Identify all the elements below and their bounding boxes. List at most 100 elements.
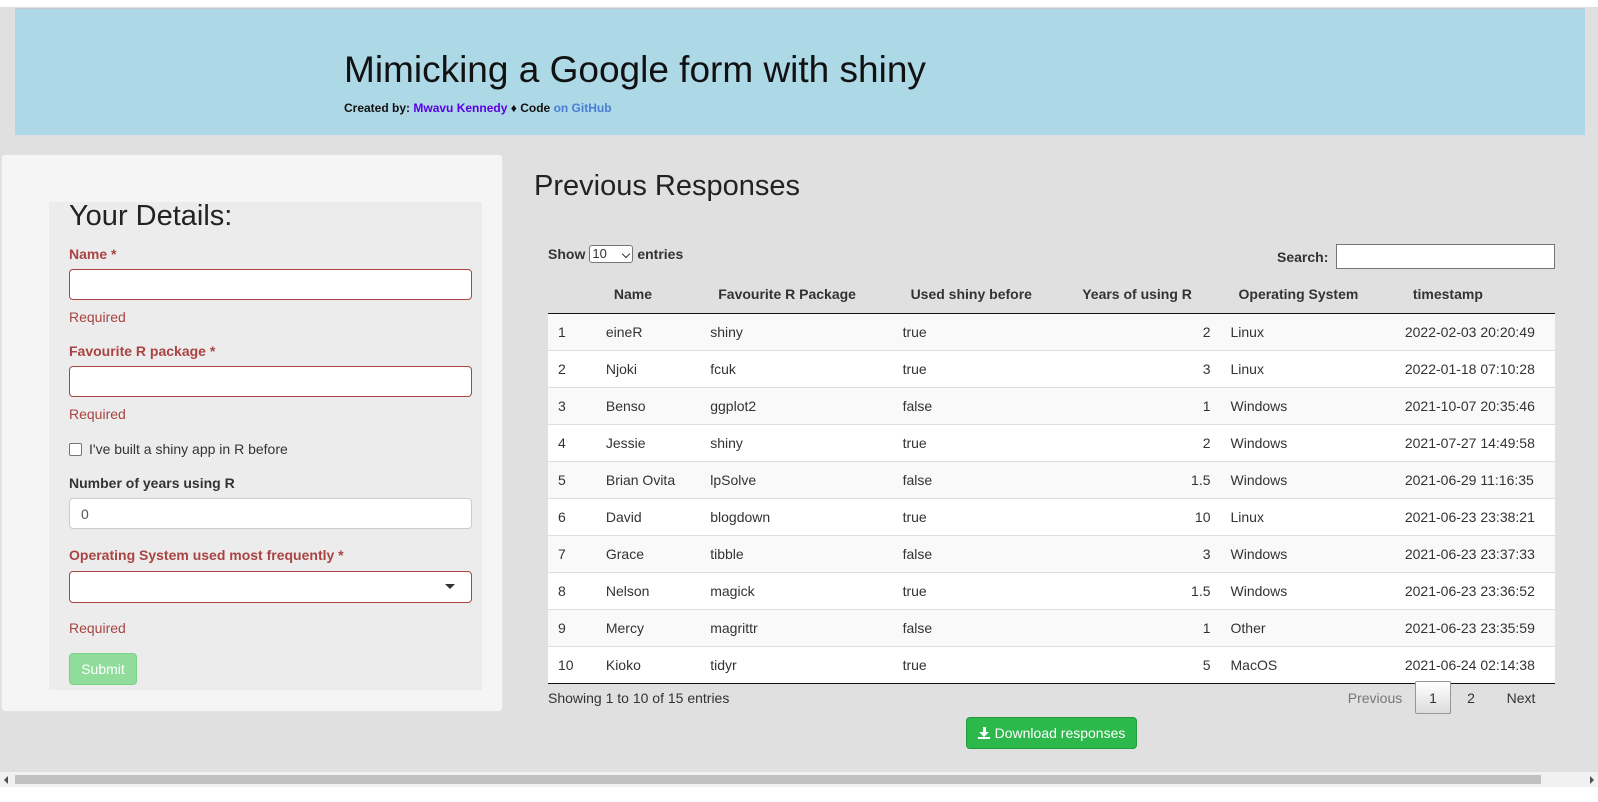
cell-name: Grace xyxy=(595,534,701,572)
name-label: Name * xyxy=(69,246,117,262)
separator-diamond: ♦ xyxy=(510,101,517,115)
cell-timestamp: 2022-02-03 20:20:49 xyxy=(1394,313,1555,350)
pagination-page-1[interactable]: 1 xyxy=(1415,681,1451,714)
cell-years: 3 xyxy=(1082,534,1221,572)
cell-package: shiny xyxy=(700,423,893,461)
cell-used-shiny: true xyxy=(892,571,1083,609)
cell-package: tidyr xyxy=(700,645,893,684)
cell-package: lpSolve xyxy=(700,460,893,498)
author-link[interactable]: Mwavu Kennedy xyxy=(413,101,507,115)
form-title: Your Details: xyxy=(69,200,233,232)
cell-index: 9 xyxy=(548,608,596,646)
name-input[interactable] xyxy=(69,269,472,300)
package-input[interactable] xyxy=(69,366,472,397)
cell-timestamp: 2021-10-07 20:35:46 xyxy=(1394,386,1555,424)
os-required-help: Required xyxy=(69,620,126,636)
cell-name: Benso xyxy=(595,386,701,424)
shiny-checkbox-row[interactable]: I've built a shiny app in R before xyxy=(69,441,288,457)
table-header-row: Name Favourite R Package Used shiny befo… xyxy=(548,276,1555,314)
cell-used-shiny: false xyxy=(892,386,1083,424)
scrollbar-thumb[interactable] xyxy=(15,775,1541,784)
cell-name: Nelson xyxy=(595,571,701,609)
pagination-page-2[interactable]: 2 xyxy=(1451,681,1491,714)
table-row: 2 Njoki fcuk true 3 Linux 2022-01-18 07:10:28 xyxy=(548,349,1555,387)
pagination-previous[interactable]: Previous xyxy=(1335,681,1415,714)
horizontal-scrollbar[interactable] xyxy=(0,772,1598,787)
cell-os: Windows xyxy=(1220,571,1395,609)
years-input[interactable] xyxy=(69,498,472,529)
browser-bottom-strip xyxy=(0,787,1598,802)
years-label: Number of years using R xyxy=(69,475,235,491)
download-responses-button[interactable]: Download responses xyxy=(966,717,1137,749)
cell-os: Linux xyxy=(1220,497,1395,535)
cell-timestamp: 2021-07-27 14:49:58 xyxy=(1394,423,1555,461)
cell-os: Other xyxy=(1220,608,1395,646)
cell-used-shiny: false xyxy=(892,460,1083,498)
table-row: 8 Nelson magick true 1.5 Windows 2021-06-23 23… xyxy=(548,571,1555,609)
cell-index: 8 xyxy=(548,571,596,609)
table-row: 4 Jessie shiny true 2 Windows 2021-07-27 14:49… xyxy=(548,423,1555,461)
cell-used-shiny: false xyxy=(892,608,1083,646)
cell-years: 1 xyxy=(1082,386,1221,424)
cell-index: 6 xyxy=(548,497,596,535)
page-title: Mimicking a Google form with shiny xyxy=(344,49,926,90)
scroll-right-icon[interactable] xyxy=(1590,776,1594,784)
cell-package: magick xyxy=(700,571,893,609)
submit-button[interactable]: Submit xyxy=(69,653,137,685)
column-header-timestamp[interactable]: timestamp xyxy=(1394,276,1555,314)
cell-os: Windows xyxy=(1220,534,1395,572)
cell-years: 3 xyxy=(1082,349,1221,387)
column-header-package[interactable]: Favourite R Package xyxy=(700,276,893,314)
cell-package: shiny xyxy=(700,313,893,350)
cell-used-shiny: true xyxy=(892,645,1083,684)
scroll-left-icon[interactable] xyxy=(4,776,8,784)
shiny-checkbox-label: I've built a shiny app in R before xyxy=(89,441,288,457)
cell-used-shiny: true xyxy=(892,349,1083,387)
created-by-label: Created by: xyxy=(344,101,411,115)
cell-name: David xyxy=(595,497,701,535)
column-header-used-shiny[interactable]: Used shiny before xyxy=(892,276,1083,314)
cell-years: 10 xyxy=(1082,497,1221,535)
cell-index: 10 xyxy=(548,645,596,684)
table-search: Search: xyxy=(1277,244,1556,269)
years-input-value: 0 xyxy=(81,506,89,522)
package-label: Favourite R package * xyxy=(69,343,216,359)
os-select[interactable] xyxy=(69,571,472,603)
cell-index: 1 xyxy=(548,313,596,350)
cell-years: 1 xyxy=(1082,608,1221,646)
cell-used-shiny: true xyxy=(892,313,1083,350)
cell-years: 5 xyxy=(1082,645,1221,684)
cell-years: 2 xyxy=(1082,423,1221,461)
search-label: Search: xyxy=(1277,248,1329,265)
cell-timestamp: 2021-06-29 11:16:35 xyxy=(1394,460,1555,498)
entries-label: entries xyxy=(637,246,684,262)
cell-os: Linux xyxy=(1220,349,1395,387)
cell-package: ggplot2 xyxy=(700,386,893,424)
column-header-index[interactable] xyxy=(548,276,596,314)
page-length-control: Show 10 entries xyxy=(548,245,683,263)
table-row: 7 Grace tibble false 3 Windows 2021-06-23 23:3… xyxy=(548,534,1555,572)
browser-top-strip xyxy=(0,0,1598,7)
cell-os: MacOS xyxy=(1220,645,1395,684)
column-header-os[interactable]: Operating System xyxy=(1220,276,1395,314)
table-info: Showing 1 to 10 of 15 entries xyxy=(548,690,730,706)
table-row: 6 David blogdown true 10 Linux 2021-06-23 23:3… xyxy=(548,497,1555,535)
download-icon xyxy=(977,727,990,739)
column-header-name[interactable]: Name xyxy=(595,276,701,314)
cell-timestamp: 2022-01-18 07:10:28 xyxy=(1394,349,1555,387)
shiny-checkbox[interactable] xyxy=(69,442,82,456)
download-label: Download responses xyxy=(994,725,1126,741)
search-input[interactable] xyxy=(1336,244,1556,269)
os-label: Operating System used most frequently * xyxy=(69,547,344,563)
column-header-years[interactable]: Years of using R xyxy=(1082,276,1221,314)
cell-name: Jessie xyxy=(595,423,701,461)
cell-years: 1.5 xyxy=(1082,571,1221,609)
chevron-down-icon xyxy=(622,249,631,259)
pagination-next[interactable]: Next xyxy=(1491,681,1551,714)
github-link[interactable]: on GitHub xyxy=(554,101,612,115)
table-row: 5 Brian Ovita lpSolve false 1.5 Windows 2021-0… xyxy=(548,460,1555,498)
cell-os: Windows xyxy=(1220,423,1395,461)
page-length-select[interactable]: 10 xyxy=(589,245,634,263)
cell-timestamp: 2021-06-23 23:38:21 xyxy=(1394,497,1555,535)
cell-used-shiny: true xyxy=(892,423,1083,461)
